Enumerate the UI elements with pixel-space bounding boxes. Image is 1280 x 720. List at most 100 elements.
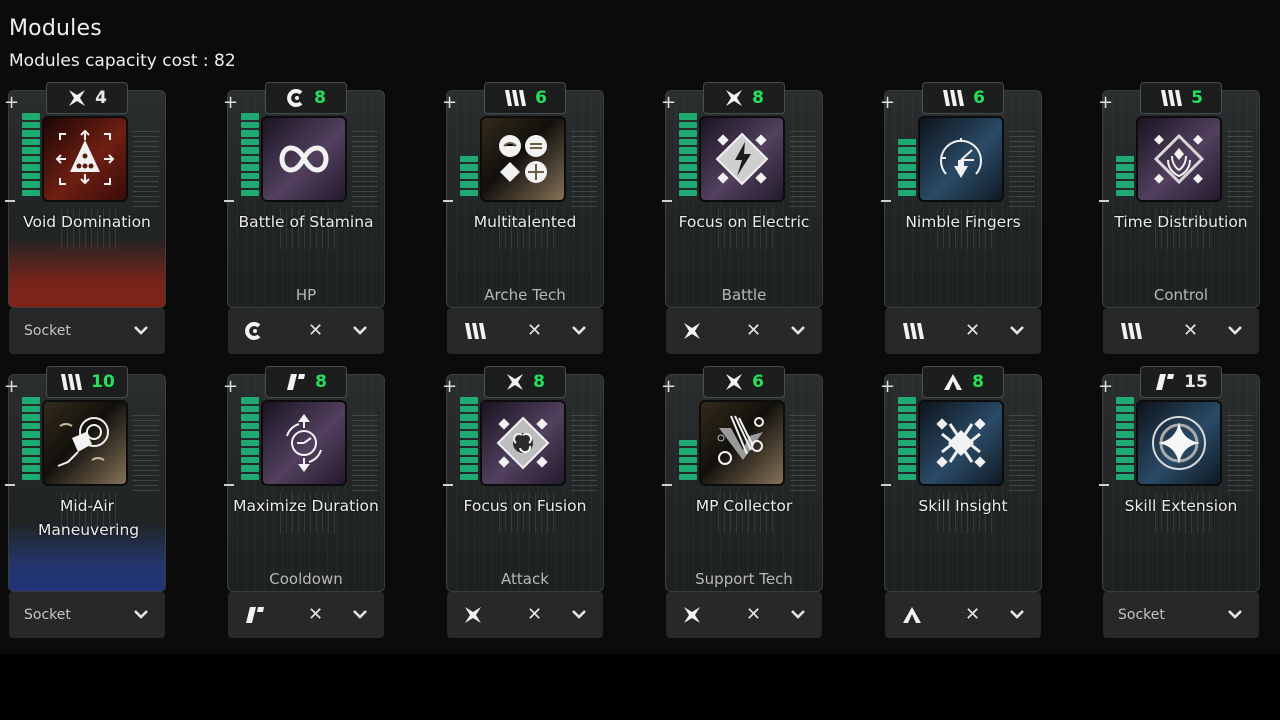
level-bar <box>460 189 478 196</box>
cost-badge: 8 <box>484 366 566 398</box>
triple-slash-icon <box>941 88 965 108</box>
decrease-button[interactable] <box>881 200 891 202</box>
decrease-button[interactable] <box>443 200 453 202</box>
decrease-button[interactable] <box>662 200 672 202</box>
level-bar <box>1116 456 1134 463</box>
level-bar <box>898 189 916 196</box>
capacity-cost: 8 <box>752 88 764 108</box>
module-card[interactable]: 10 + Mid-Air Maneuvering Socket <box>4 366 166 638</box>
module-card[interactable]: 8 + Maximize Duration Cooldown ✕ <box>223 366 385 638</box>
increase-button[interactable]: + <box>880 378 895 396</box>
level-bar <box>1116 448 1134 455</box>
capacity-cost: 6 <box>973 88 985 108</box>
module-card[interactable]: 4 + Void Domination Socket <box>4 82 166 354</box>
remove-module-button[interactable]: ✕ <box>746 320 761 341</box>
module-card[interactable]: 8 + Skill Insight ✕ <box>880 366 1042 638</box>
capacity-cost: 4 <box>95 88 107 108</box>
level-bar <box>22 155 40 162</box>
level-bar <box>679 121 697 128</box>
level-bar <box>22 138 40 145</box>
capacity-cost: 8 <box>533 372 545 392</box>
level-bar <box>241 172 259 179</box>
level-bar <box>241 422 259 429</box>
crescent-c-icon <box>286 88 306 108</box>
level-bar <box>241 164 259 171</box>
module-card[interactable]: 8 + Focus on Fusion Attack ✕ <box>442 366 604 638</box>
level-bar <box>1116 164 1134 171</box>
fusion-focus-icon <box>490 410 556 476</box>
socket-dropdown[interactable]: Socket <box>9 592 165 638</box>
decrease-button[interactable] <box>881 484 891 486</box>
capacity-cost: 10 <box>91 372 115 392</box>
decrease-button[interactable] <box>1099 200 1109 202</box>
level-bar <box>22 414 40 421</box>
remove-module-button[interactable]: ✕ <box>308 604 323 625</box>
level-bar <box>241 397 259 404</box>
chevron-down-icon[interactable] <box>1009 608 1025 620</box>
increase-button[interactable]: + <box>1098 94 1113 112</box>
increase-button[interactable]: + <box>661 378 676 396</box>
chevron-down-icon[interactable] <box>790 324 806 336</box>
decrease-button[interactable] <box>662 484 672 486</box>
chevron-down-icon[interactable] <box>352 324 368 336</box>
remove-module-button[interactable]: ✕ <box>527 320 542 341</box>
level-bar <box>241 155 259 162</box>
capacity-cost: 5 <box>1191 88 1203 108</box>
module-card[interactable]: 6 + Nimble Fingers ✕ <box>880 82 1042 354</box>
level-bar <box>1116 422 1134 429</box>
decrease-button[interactable] <box>5 200 15 202</box>
level-bar <box>460 448 478 455</box>
remove-module-button[interactable]: ✕ <box>965 320 980 341</box>
module-card[interactable]: 8 + Battle of Stamina HP ✕ <box>223 82 385 354</box>
level-bar <box>22 439 40 446</box>
chevron-down-icon[interactable] <box>352 608 368 620</box>
decrease-button[interactable] <box>443 484 453 486</box>
remove-module-button[interactable]: ✕ <box>1183 320 1198 341</box>
chevron-down-icon[interactable] <box>1227 324 1243 336</box>
module-card[interactable]: 6 + Multitalented Arche Tech ✕ <box>442 82 604 354</box>
chevron-down-icon[interactable] <box>1227 608 1243 620</box>
remove-module-button[interactable]: ✕ <box>308 320 323 341</box>
module-card[interactable]: 8 + Focus on Electric Battle ✕ <box>661 82 823 354</box>
increase-button[interactable]: + <box>223 94 238 112</box>
increase-button[interactable]: + <box>442 94 457 112</box>
chevron-down-icon[interactable] <box>571 324 587 336</box>
increase-button[interactable]: + <box>442 378 457 396</box>
increase-button[interactable]: + <box>4 378 19 396</box>
level-bar <box>679 189 697 196</box>
socket-dropdown[interactable]: Socket <box>1103 592 1259 638</box>
level-bars <box>679 439 697 480</box>
decrease-button[interactable] <box>224 200 234 202</box>
remove-module-button[interactable]: ✕ <box>527 604 542 625</box>
level-bar <box>22 181 40 188</box>
decrease-button[interactable] <box>1099 484 1109 486</box>
stamina-loop-icon <box>271 126 337 192</box>
triple-slash-icon <box>1119 321 1142 343</box>
increase-button[interactable]: + <box>880 94 895 112</box>
decrease-button[interactable] <box>224 484 234 486</box>
cross-star-icon <box>463 605 485 627</box>
module-art <box>699 400 785 486</box>
chevron-down-icon[interactable] <box>133 608 149 620</box>
increase-button[interactable]: + <box>4 94 19 112</box>
chevron-down-icon[interactable] <box>133 324 149 336</box>
decrease-button[interactable] <box>5 484 15 486</box>
level-bar <box>241 130 259 137</box>
chevron-down-icon[interactable] <box>571 608 587 620</box>
increase-button[interactable]: + <box>661 94 676 112</box>
chevron-down-icon[interactable] <box>1009 324 1025 336</box>
module-card[interactable]: 6 + MP Collector Support Tech ✕ <box>661 366 823 638</box>
module-card[interactable]: 15 + Skill Extension Socket <box>1098 366 1260 638</box>
module-category: HP <box>295 286 317 304</box>
module-card[interactable]: 5 + Time Distribution Control ✕ <box>1098 82 1260 354</box>
remove-module-button[interactable]: ✕ <box>965 604 980 625</box>
level-bar <box>679 473 697 480</box>
remove-module-button[interactable]: ✕ <box>746 604 761 625</box>
chevron-down-icon[interactable] <box>790 608 806 620</box>
increase-button[interactable]: + <box>1098 378 1113 396</box>
increase-button[interactable]: + <box>223 378 238 396</box>
triple-slash-icon <box>503 88 527 108</box>
level-bar <box>1116 181 1134 188</box>
socket-dropdown[interactable]: Socket <box>9 308 165 354</box>
capacity-cost: 8 <box>314 88 326 108</box>
